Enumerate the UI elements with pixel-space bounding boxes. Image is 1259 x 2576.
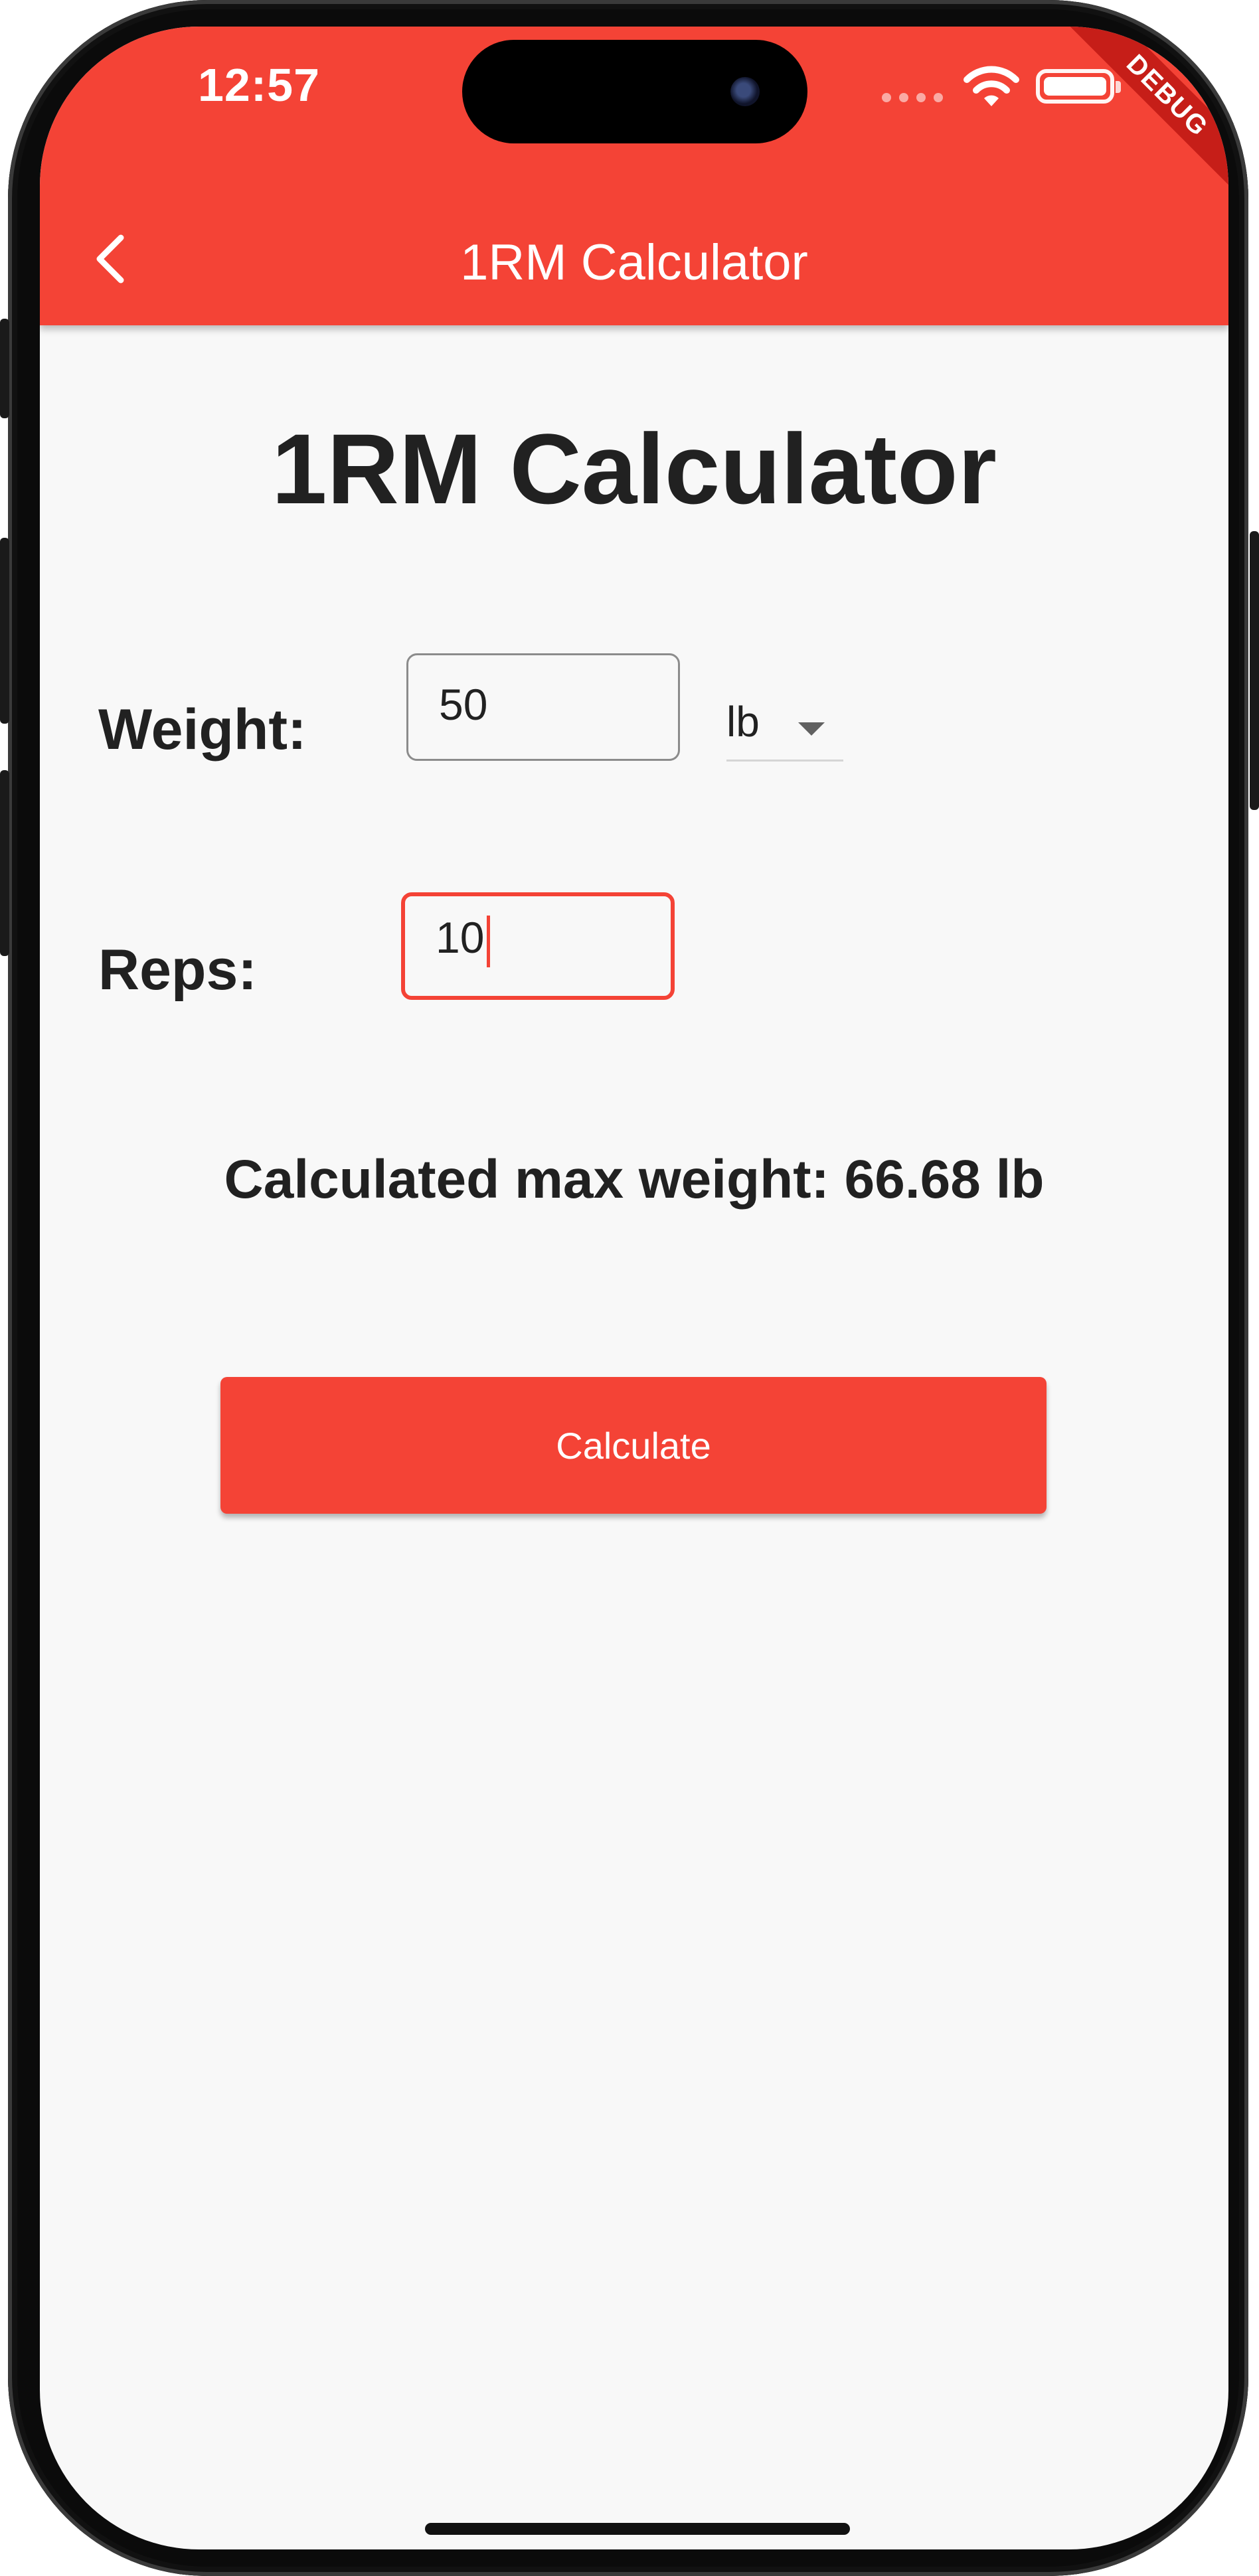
- calculate-button[interactable]: Calculate: [220, 1377, 1047, 1514]
- volume-down-button: [0, 770, 9, 956]
- wifi-icon: [964, 66, 1019, 106]
- debug-banner: DEBUG: [1054, 27, 1228, 208]
- dropdown-arrow-icon: [798, 722, 825, 736]
- weight-label: Weight:: [98, 698, 307, 762]
- weight-input[interactable]: 50: [406, 653, 680, 761]
- camera-icon: [730, 77, 760, 106]
- battery-icon: [1036, 69, 1121, 104]
- reps-input[interactable]: 10: [401, 892, 675, 1000]
- dynamic-island: [462, 40, 807, 143]
- home-indicator[interactable]: [425, 2523, 850, 2535]
- status-time: 12:57: [198, 59, 321, 111]
- unit-dropdown-value: lb: [726, 698, 760, 746]
- volume-up-button: [0, 538, 9, 724]
- text-caret: [487, 915, 491, 967]
- unit-dropdown[interactable]: lb: [726, 694, 843, 762]
- cellular-signal-icon: [882, 93, 943, 102]
- action-button: [0, 319, 9, 418]
- reps-input-value: 10: [436, 913, 485, 962]
- screen: 12:57 DEBUG 1RM Calculator 1RM Calculato…: [40, 27, 1228, 2549]
- weight-input-value: 50: [439, 680, 488, 729]
- reps-label: Reps:: [98, 938, 257, 1002]
- page-title: 1RM Calculator: [272, 413, 997, 524]
- app-bar-title: 1RM Calculator: [460, 234, 808, 291]
- app-bar: 12:57 DEBUG 1RM Calculator: [40, 27, 1228, 325]
- power-button: [1250, 531, 1259, 810]
- result-text: Calculated max weight: 66.68 lb: [224, 1149, 1045, 1210]
